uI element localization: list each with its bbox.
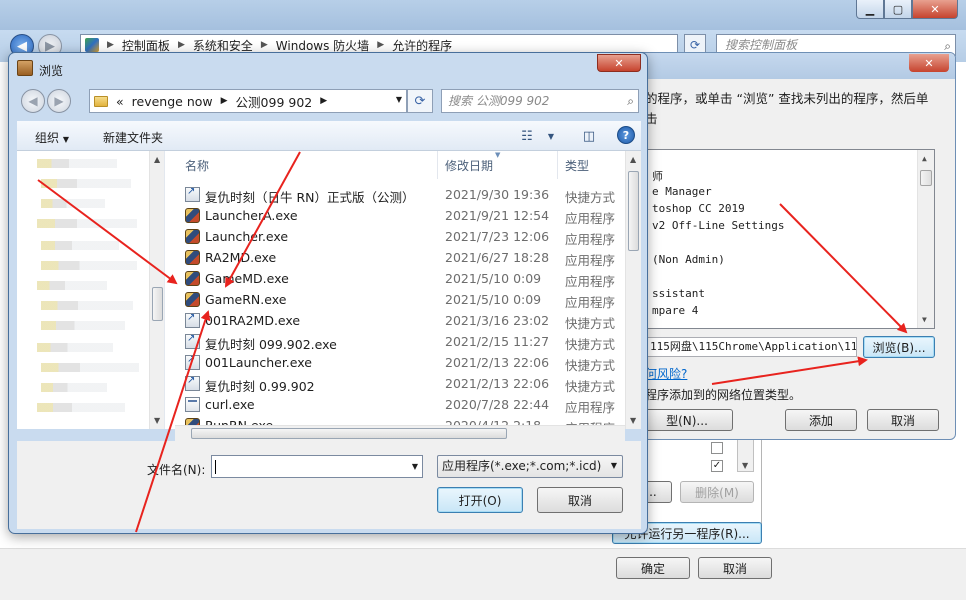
app-icon [185,229,200,244]
chevron-down-icon[interactable]: ▼ [539,125,563,147]
column-header-type[interactable]: 类型 [565,157,589,174]
file-row[interactable]: LauncherA.exe 2021/9/21 12:54 应用程序 [185,205,625,226]
browse-address-bar[interactable]: « revenge now ▶ 公测099 902 ▶ ▼ [89,89,407,113]
refresh-icon[interactable]: ⟳ [407,89,433,113]
view-options-icon[interactable]: ☷ [515,125,539,147]
filename-input[interactable]: ▼ [211,455,423,478]
breadcrumb-item[interactable]: 系统和安全 [193,37,253,54]
file-row[interactable]: RA2MD.exe 2021/6/27 18:28 应用程序 [185,247,625,268]
browse-toolbar: 组织 ▼ 新建文件夹 ☷ ▼ ◫ ? [17,121,641,151]
shortcut-icon [185,354,200,370]
chevron-down-icon[interactable]: ▼ [396,95,402,104]
program-path-field[interactable]: 115网盘\115Chrome\Application\115c [645,337,857,357]
chevron-down-icon: ▼ [610,461,617,470]
list-item[interactable]: (Non Admin) [652,253,725,266]
list-item[interactable]: e Manager [652,185,712,198]
chevron-down-icon[interactable]: ▼ [412,462,418,471]
shortcut-icon [185,312,200,328]
breadcrumb-item[interactable]: Windows 防火墙 [276,37,369,54]
filetype-select[interactable]: 应用程序(*.exe;*.com;*.icd) ▼ [437,455,623,478]
programs-list[interactable]: 师 e Manager toshop CC 2019 v2 Off-Line S… [645,149,935,329]
maximize-button[interactable]: ▢ [884,0,912,19]
file-row[interactable]: GameRN.exe 2021/5/10 0:09 应用程序 [185,289,625,310]
risk-link[interactable]: 何风险? [645,365,687,382]
programs-list-scrollbar[interactable]: ▲ ▼ [917,150,934,328]
add-button[interactable]: 添加 [785,409,857,431]
organize-button[interactable]: 组织 ▼ [35,129,69,146]
forward-arrow-icon[interactable]: ▶ [47,89,71,113]
cp-window-controls: ▁ ▢ ✕ [856,0,958,19]
ok-button[interactable]: 确定 [616,557,690,579]
file-list-hscrollbar[interactable] [175,425,625,441]
network-type-button[interactable]: 型(N)... [641,409,733,431]
app-icon [185,292,200,307]
browse-dialog: 浏览 ✕ ◀ ▶ « revenge now ▶ 公测099 902 ▶ ▼ ⟳… [8,52,648,534]
back-arrow-icon[interactable]: ◀ [21,89,45,113]
file-row[interactable]: Launcher.exe 2021/7/23 12:06 应用程序 [185,226,625,247]
browse-button[interactable]: 浏览(B)... [863,336,935,358]
file-row[interactable]: curl.exe 2020/7/28 22:44 应用程序 [185,394,625,415]
close-button[interactable]: ✕ [912,0,958,19]
shortcut-icon [185,375,200,391]
filename-label: 文件名(N): [147,463,206,477]
file-row[interactable]: 001Launcher.exe2021/2/13 22:06快捷方式 [185,352,625,373]
add-program-description: 的程序，或单击 “浏览” 查找未列出的程序，然后单击 [645,91,929,126]
open-button[interactable]: 打开(O) [437,487,523,513]
browse-body: ▲ ▼ 名称 修改日期 ▼ 类型 复仇时刻（日牛 RN）正式版（公测）2021/… [17,151,641,429]
checkbox[interactable]: ✓ [711,460,723,472]
list-item[interactable]: 师 [652,168,663,184]
app-icon [185,250,200,265]
folder-icon [94,95,108,107]
control-panel-icon [85,38,99,52]
browse-search-input[interactable]: 搜索 公测099 902 ⌕ [441,89,639,113]
navigation-pane[interactable]: ▲ ▼ [17,151,165,429]
preview-pane-icon[interactable]: ◫ [577,125,601,147]
nav-pane-scrollbar[interactable]: ▲ ▼ [149,151,164,429]
breadcrumb-item[interactable]: 公测099 902 [236,92,313,111]
help-icon[interactable]: ? [617,126,635,144]
file-row[interactable]: 复仇时刻（日牛 RN）正式版（公测）2021/9/30 19:36快捷方式 [185,184,625,205]
app-icon [185,271,200,286]
close-icon[interactable]: ✕ [597,54,641,72]
cp-titlebar: ▁ ▢ ✕ [0,0,966,30]
shortcut-icon [185,333,200,349]
delete-button[interactable]: 删除(M) [680,481,754,503]
column-header-date[interactable]: 修改日期 [445,157,493,174]
list-item[interactable]: ssistant [652,287,705,300]
cp-cancel-button[interactable]: 取消 [698,557,772,579]
app-icon [17,60,33,76]
close-icon[interactable]: ✕ [909,54,949,72]
breadcrumb-item[interactable]: revenge now [132,94,213,109]
list-item[interactable]: toshop CC 2019 [652,202,745,215]
search-icon: ⌕ [627,94,634,108]
add-dialog-cancel-button[interactable]: 取消 [867,409,939,431]
column-header-name[interactable]: 名称 [185,157,209,174]
file-list-vscrollbar[interactable]: ▲ ▼ [625,151,641,429]
checkbox[interactable] [711,442,723,454]
sort-indicator-icon: ▼ [495,151,501,159]
file-row[interactable]: 复仇时刻 099.902.exe2021/2/15 11:27快捷方式 [185,331,625,352]
file-row[interactable]: 001RA2MD.exe2021/3/16 23:02快捷方式 [185,310,625,331]
shortcut-icon [185,186,200,202]
browse-cancel-button[interactable]: 取消 [537,487,623,513]
file-row[interactable]: 复仇时刻 0.99.9022021/2/13 22:06快捷方式 [185,373,625,394]
exe-icon [185,397,200,412]
breadcrumb-item[interactable]: 控制面板 [122,37,170,54]
new-folder-button[interactable]: 新建文件夹 [103,129,163,146]
minimize-button[interactable]: ▁ [856,0,884,19]
location-type-text: 程序添加到的网络位置类型。 [645,388,802,402]
file-list[interactable]: 名称 修改日期 ▼ 类型 复仇时刻（日牛 RN）正式版（公测）2021/9/30… [175,151,641,429]
file-row[interactable]: GameMD.exe 2021/5/10 0:09 应用程序 [185,268,625,289]
cp-footer [0,548,966,600]
list-item[interactable]: v2 Off-Line Settings [652,219,784,232]
dialog-title: 浏览 [39,64,64,78]
app-icon [185,208,200,223]
breadcrumb-item[interactable]: 允许的程序 [392,37,452,54]
list-item[interactable]: mpare 4 [652,304,698,317]
